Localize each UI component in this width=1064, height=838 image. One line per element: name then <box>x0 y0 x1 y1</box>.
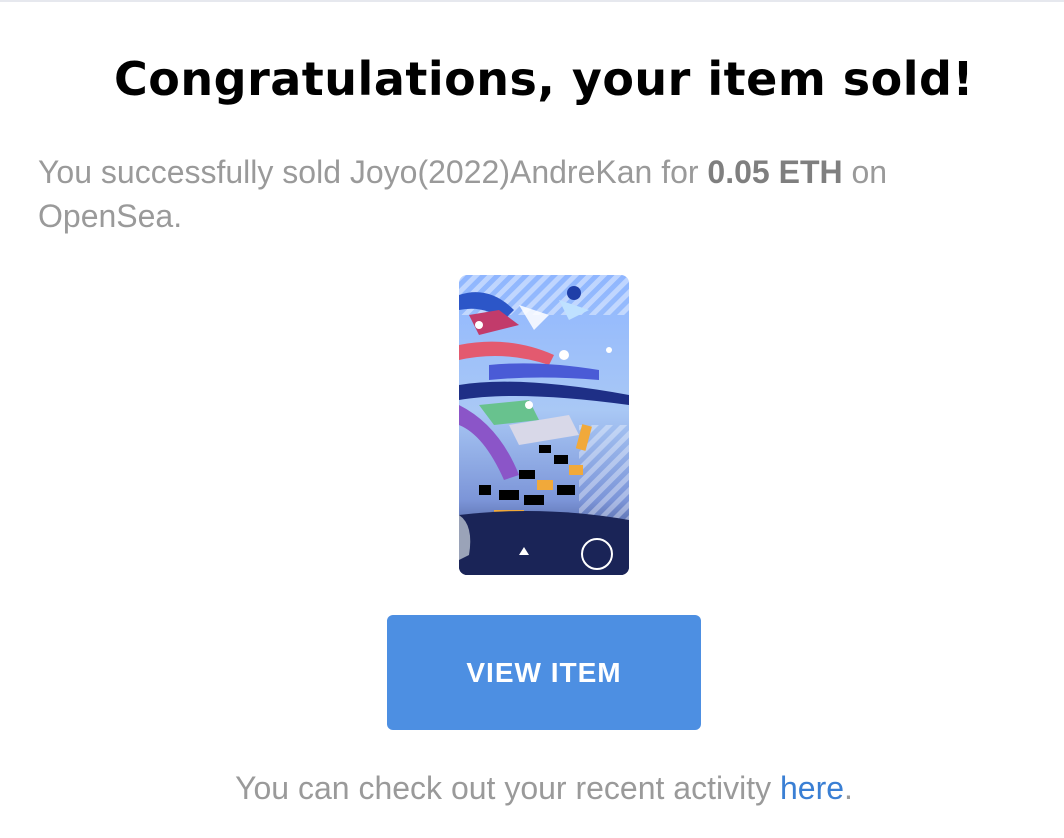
sale-message: You successfully sold Joyo(2022)AndreKan… <box>38 150 998 238</box>
page-title: Congratulations, your item sold! <box>114 52 974 106</box>
sale-amount: 0.05 ETH <box>707 154 843 190</box>
footer-prefix: You can check out your recent activity <box>235 770 780 806</box>
recent-activity-link[interactable]: here <box>780 770 844 806</box>
email-top-border <box>0 0 1064 8</box>
sale-message-prefix: You successfully sold Joyo(2022)AndreKan… <box>38 154 708 190</box>
footer-text: You can check out your recent activity h… <box>0 770 1064 807</box>
view-item-button[interactable]: VIEW ITEM <box>387 615 701 730</box>
nft-artwork-image[interactable] <box>459 275 629 575</box>
footer-suffix: . <box>844 770 853 806</box>
